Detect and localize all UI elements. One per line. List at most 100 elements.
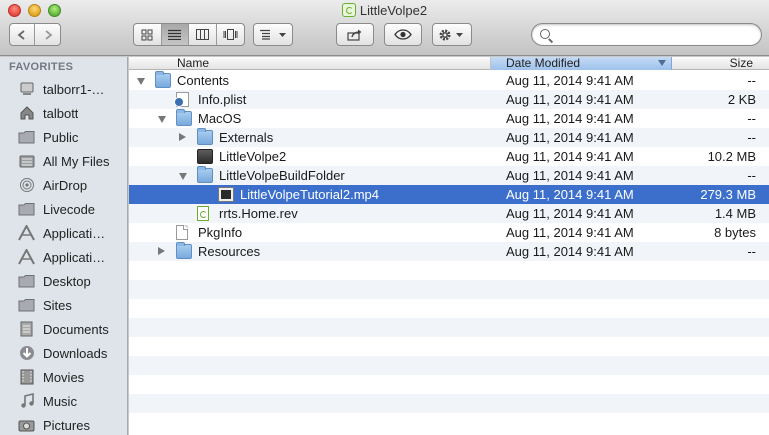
folder-icon — [17, 296, 36, 314]
sidebar-item-1[interactable]: talborr1-… — [0, 77, 127, 101]
column-header-name[interactable]: Name — [129, 57, 491, 70]
empty-row — [129, 337, 769, 356]
list-view-button[interactable] — [161, 24, 189, 45]
file-name: LittleVolpeBuildFolder — [219, 168, 345, 183]
plist-icon — [174, 92, 189, 107]
back-button[interactable] — [10, 24, 36, 45]
sidebar-item-label: Movies — [43, 369, 85, 385]
file-date-modified: Aug 11, 2014 9:41 AM — [506, 206, 634, 221]
file-date-modified: Aug 11, 2014 9:41 AM — [506, 92, 634, 107]
folder-icon — [176, 109, 192, 126]
window-title: LittleVolpe2 — [0, 3, 769, 18]
sidebar-section-favorites: FAVORITES — [9, 61, 74, 73]
folder-icon — [17, 200, 36, 218]
sidebar-item-15[interactable]: Pictures — [0, 413, 127, 435]
documents-icon — [17, 320, 36, 338]
search-field[interactable] — [531, 23, 762, 46]
cover-flow-icon — [223, 29, 238, 40]
sidebar-item-label: Sites — [43, 297, 72, 313]
empty-row — [129, 356, 769, 375]
action-menu-button[interactable] — [432, 23, 472, 46]
sidebar-item-14[interactable]: Music — [0, 389, 127, 413]
file-row[interactable]: Resources Aug 11, 2014 9:41 AM -- — [129, 242, 769, 261]
file-row[interactable]: Contents Aug 11, 2014 9:41 AM -- — [129, 71, 769, 90]
quick-look-button[interactable] — [384, 23, 422, 46]
file-row[interactable]: MacOS Aug 11, 2014 9:41 AM -- — [129, 109, 769, 128]
file-row[interactable]: PkgInfo Aug 11, 2014 9:41 AM 8 bytes — [129, 223, 769, 242]
sidebar-item-5[interactable]: AirDrop — [0, 173, 127, 197]
sidebar-item-3[interactable]: Public — [0, 125, 127, 149]
arrange-menu-button[interactable] — [253, 23, 293, 46]
column-headers: Name Date Modified Size — [129, 57, 769, 70]
sidebar-item-11[interactable]: Documents — [0, 317, 127, 341]
sidebar-item-label: talborr1-… — [43, 81, 105, 97]
sidebar-item-label: Pictures — [43, 417, 90, 433]
airdrop-icon — [17, 176, 36, 194]
sidebar-item-9[interactable]: Desktop — [0, 269, 127, 293]
file-date-modified: Aug 11, 2014 9:41 AM — [506, 168, 634, 183]
file-name: PkgInfo — [198, 225, 243, 240]
file-size: -- — [747, 111, 756, 126]
sidebar-item-7[interactable]: Applicati… — [0, 221, 127, 245]
sidebar-item-6[interactable]: Livecode — [0, 197, 127, 221]
disclosure-open-icon[interactable] — [179, 173, 187, 180]
music-icon — [17, 392, 36, 410]
sidebar-item-label: AirDrop — [43, 177, 88, 193]
file-size: -- — [747, 73, 756, 88]
sidebar-item-10[interactable]: Sites — [0, 293, 127, 317]
file-row[interactable]: rrts.Home.rev Aug 11, 2014 9:41 AM 1.4 MB — [129, 204, 769, 223]
empty-row — [129, 299, 769, 318]
folder-icon — [17, 128, 36, 146]
list-view-icon — [168, 29, 182, 40]
disclosure-closed-icon[interactable] — [158, 247, 165, 255]
disclosure-closed-icon[interactable] — [179, 133, 186, 141]
arrange-icon — [260, 29, 286, 40]
empty-row — [129, 318, 769, 337]
sidebar-item-8[interactable]: Applicati… — [0, 245, 127, 269]
file-size: -- — [747, 130, 756, 145]
livecode-app-icon — [341, 3, 356, 17]
cover-flow-view-button[interactable] — [217, 24, 244, 45]
file-size: 279.3 MB — [700, 187, 756, 202]
file-name: LittleVolpeTutorial2.mp4 — [240, 187, 379, 202]
applications-icon — [17, 224, 36, 242]
column-header-size[interactable]: Size — [672, 57, 769, 70]
sidebar-item-label: talbott — [43, 105, 79, 121]
empty-row — [129, 413, 769, 432]
exec-icon — [197, 149, 213, 164]
file-name: Resources — [198, 244, 261, 259]
file-date-modified: Aug 11, 2014 9:41 AM — [506, 225, 634, 240]
file-name: Externals — [219, 130, 274, 145]
home-icon — [17, 104, 36, 122]
file-size: 8 bytes — [714, 225, 756, 240]
share-button[interactable] — [336, 23, 374, 46]
sidebar-item-12[interactable]: Downloads — [0, 341, 127, 365]
file-row[interactable]: LittleVolpeTutorial2.mp4 Aug 11, 2014 9:4… — [129, 185, 769, 204]
sort-descending-icon — [658, 60, 666, 66]
icon-view-button[interactable] — [134, 24, 162, 45]
gear-icon — [439, 29, 463, 40]
file-date-modified: Aug 11, 2014 9:41 AM — [506, 149, 634, 164]
file-row[interactable]: Externals Aug 11, 2014 9:41 AM -- — [129, 128, 769, 147]
file-row[interactable]: LittleVolpe2 Aug 11, 2014 9:41 AM 10.2 MB — [129, 147, 769, 166]
sidebar-item-label: Public — [43, 129, 79, 145]
column-header-date-modified[interactable]: Date Modified — [491, 57, 672, 70]
column-view-button[interactable] — [189, 24, 217, 45]
sidebar-item-2[interactable]: talbott — [0, 101, 127, 125]
file-date-modified: Aug 11, 2014 9:41 AM — [506, 187, 634, 202]
search-input[interactable] — [556, 27, 751, 43]
downloads-icon — [17, 344, 36, 362]
icon-view-icon — [141, 29, 153, 40]
back-arrow-icon — [17, 29, 25, 40]
file-row[interactable]: Info.plist Aug 11, 2014 9:41 AM 2 KB — [129, 90, 769, 109]
file-row[interactable]: LittleVolpeBuildFolder Aug 11, 2014 9:41 … — [129, 166, 769, 185]
sidebar-item-label: Music — [43, 393, 77, 409]
forward-button[interactable] — [35, 24, 60, 45]
disclosure-open-icon[interactable] — [158, 116, 166, 123]
sidebar-item-13[interactable]: Movies — [0, 365, 127, 389]
computer-icon — [17, 80, 36, 98]
sidebar-item-4[interactable]: All My Files — [0, 149, 127, 173]
folder-icon — [17, 272, 36, 290]
file-name: Contents — [177, 73, 230, 88]
disclosure-open-icon[interactable] — [137, 78, 145, 85]
